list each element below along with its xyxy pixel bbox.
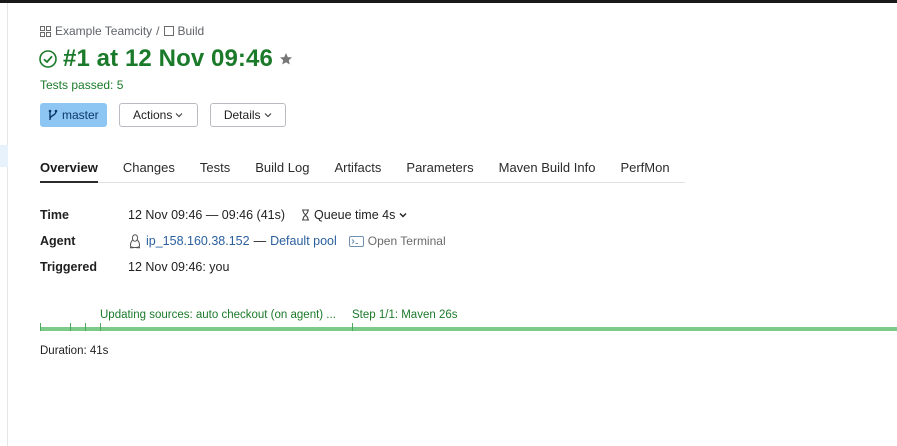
details-button[interactable]: Details — [209, 103, 286, 127]
branch-button[interactable]: master — [40, 103, 107, 127]
hourglass-icon — [302, 209, 310, 221]
agent-row: Agent ip_158.160.38.152 — Default pool O… — [40, 228, 446, 254]
build-duration: Duration: 41s — [40, 345, 109, 357]
timeline-tick — [70, 323, 71, 331]
timeline-tick — [100, 323, 101, 331]
agent-pool-link[interactable]: Default pool — [270, 234, 337, 248]
triggered-row: Triggered 12 Nov 09:46: you — [40, 254, 446, 280]
chevron-down-icon — [399, 213, 407, 218]
agent-label: Agent — [40, 234, 76, 248]
star-icon[interactable] — [279, 52, 293, 66]
top-bar — [0, 0, 897, 3]
triggered-value: 12 Nov 09:46: you — [128, 260, 230, 274]
timeline-stage-maven[interactable]: Step 1/1: Maven 26s — [352, 309, 457, 321]
build-info: Time 12 Nov 09:46 — 09:46 (41s) Queue ti… — [40, 202, 446, 280]
success-check-icon — [39, 50, 57, 68]
timeline-bar — [40, 327, 897, 331]
actions-label: Actions — [133, 108, 173, 122]
branch-icon — [48, 109, 58, 120]
tab-artifacts[interactable]: Artifacts — [334, 158, 381, 183]
build-timeline: Updating sources: auto checkout (on agen… — [40, 305, 897, 335]
build-toolbar: master Actions Details — [40, 103, 286, 127]
tab-tests[interactable]: Tests — [200, 158, 230, 183]
details-label: Details — [223, 108, 261, 122]
time-row: Time 12 Nov 09:46 — 09:46 (41s) Queue ti… — [40, 202, 446, 228]
breadcrumb: Example Teamcity / Build — [40, 24, 204, 38]
breadcrumb-project-link[interactable]: Example Teamcity — [55, 24, 152, 38]
timeline-tick — [85, 323, 86, 331]
tab-changes[interactable]: Changes — [123, 158, 175, 183]
build-config-icon — [163, 26, 174, 36]
tab-perfmon[interactable]: PerfMon — [620, 158, 669, 183]
agent-link[interactable]: ip_158.160.38.152 — [146, 234, 250, 248]
tab-maven-build-info[interactable]: Maven Build Info — [499, 158, 596, 183]
actions-button[interactable]: Actions — [118, 103, 198, 127]
linux-icon — [129, 233, 141, 248]
timeline-tick — [40, 323, 41, 331]
tab-build-log[interactable]: Build Log — [255, 158, 309, 183]
agent-separator: — — [253, 234, 267, 248]
time-label: Time — [40, 208, 69, 222]
triggered-label: Triggered — [40, 260, 97, 274]
chevron-down-icon — [264, 113, 271, 118]
tab-bar: Overview Changes Tests Build Log Artifac… — [40, 158, 685, 183]
breadcrumb-separator: / — [156, 24, 160, 38]
build-title: #1 at 12 Nov 09:46 — [39, 45, 293, 73]
terminal-icon — [348, 235, 364, 247]
queue-time-toggle[interactable]: Queue time 4s — [314, 208, 395, 222]
open-terminal-link[interactable]: Open Terminal — [368, 234, 446, 248]
timeline-tick — [352, 323, 353, 331]
sidebar-selected-item[interactable] — [0, 145, 8, 167]
tab-parameters[interactable]: Parameters — [406, 158, 473, 183]
breadcrumb-build-link[interactable]: Build — [178, 24, 205, 38]
left-sidebar — [0, 3, 8, 446]
chevron-down-icon — [175, 113, 183, 118]
timeline-stage-checkout[interactable]: Updating sources: auto checkout (on agen… — [100, 309, 336, 321]
time-value: 12 Nov 09:46 — 09:46 (41s) — [128, 208, 286, 222]
tests-status[interactable]: Tests passed: 5 — [40, 78, 123, 92]
page-title: #1 at 12 Nov 09:46 — [63, 45, 273, 72]
tab-overview[interactable]: Overview — [40, 158, 98, 183]
project-icon — [40, 25, 51, 37]
branch-label: master — [62, 108, 99, 122]
